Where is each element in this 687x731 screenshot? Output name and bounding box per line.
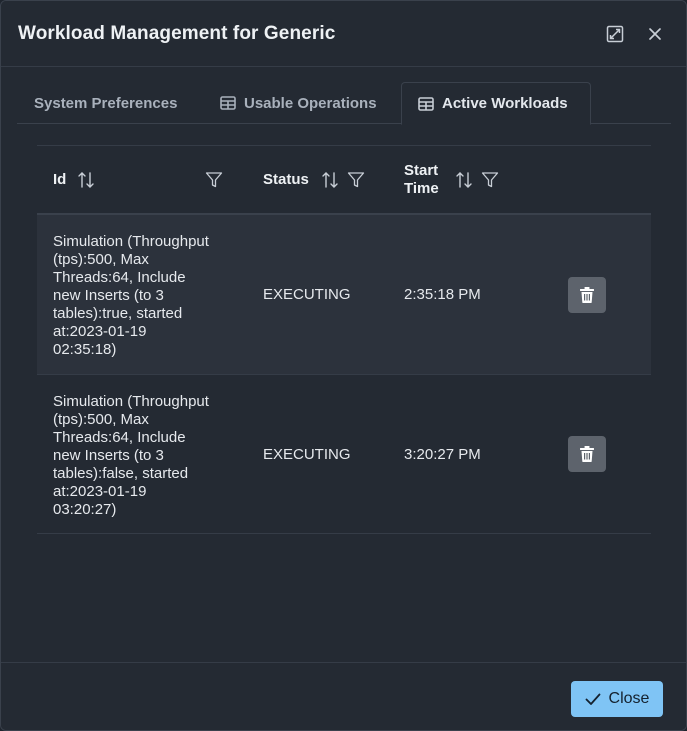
tab-usable-operations[interactable]: Usable Operations <box>220 82 377 124</box>
maximize-icon[interactable] <box>603 22 627 46</box>
dialog-content: System Preferences Usable Operations Act… <box>1 68 686 662</box>
table-row[interactable]: Simulation (Throughput (tps):500, Max Th… <box>37 215 651 375</box>
table-icon <box>418 96 434 111</box>
table-icon <box>220 96 236 110</box>
close-button-label: Close <box>608 690 650 707</box>
column-label: Status <box>263 171 309 188</box>
tab-label: System Preferences <box>34 94 178 112</box>
delete-workload-button[interactable] <box>568 436 606 472</box>
sort-icon[interactable] <box>321 171 339 189</box>
column-label: Id <box>53 171 67 188</box>
column-header-status: Status <box>263 146 309 214</box>
workload-id-cell: Simulation (Throughput (tps):500, Max Th… <box>53 393 209 518</box>
delete-workload-button[interactable] <box>568 277 606 313</box>
column-label: Time <box>404 180 439 197</box>
sort-icon[interactable] <box>455 171 473 189</box>
close-button[interactable]: Close <box>571 681 663 717</box>
start-time-cell: 3:20:27 PM <box>404 446 481 463</box>
start-time-cell: 2:35:18 PM <box>404 286 481 303</box>
filter-icon[interactable] <box>481 171 499 189</box>
filter-icon[interactable] <box>347 171 365 189</box>
check-icon <box>585 693 600 705</box>
dialog-footer: Close <box>1 662 686 730</box>
tab-label: Usable Operations <box>244 94 377 112</box>
table-header: Id Status Start Time <box>37 145 651 215</box>
sort-icon[interactable] <box>77 171 95 189</box>
close-icon[interactable] <box>643 22 667 46</box>
dialog-title: Workload Management for Generic <box>18 23 336 44</box>
dialog-header: Workload Management for Generic <box>1 1 686 67</box>
tab-bar: System Preferences Usable Operations Act… <box>17 82 671 125</box>
table-row[interactable]: Simulation (Throughput (tps):500, Max Th… <box>37 375 651 534</box>
status-cell: EXECUTING <box>263 286 351 303</box>
trash-icon <box>580 446 594 462</box>
tab-active-workloads[interactable]: Active Workloads <box>401 82 591 125</box>
column-header-start-time: Start Time <box>404 146 439 214</box>
column-label: Start <box>404 162 439 179</box>
column-header-id: Id <box>53 146 66 214</box>
workloads-table: Id Status Start Time Simulation (Through… <box>37 145 651 534</box>
workload-management-dialog: Workload Management for Generic System P… <box>0 0 687 731</box>
tab-label: Active Workloads <box>442 95 568 112</box>
status-cell: EXECUTING <box>263 446 351 463</box>
trash-icon <box>580 287 594 303</box>
filter-icon[interactable] <box>205 171 223 189</box>
tab-system-preferences[interactable]: System Preferences <box>34 82 177 124</box>
workload-id-cell: Simulation (Throughput (tps):500, Max Th… <box>53 233 209 358</box>
